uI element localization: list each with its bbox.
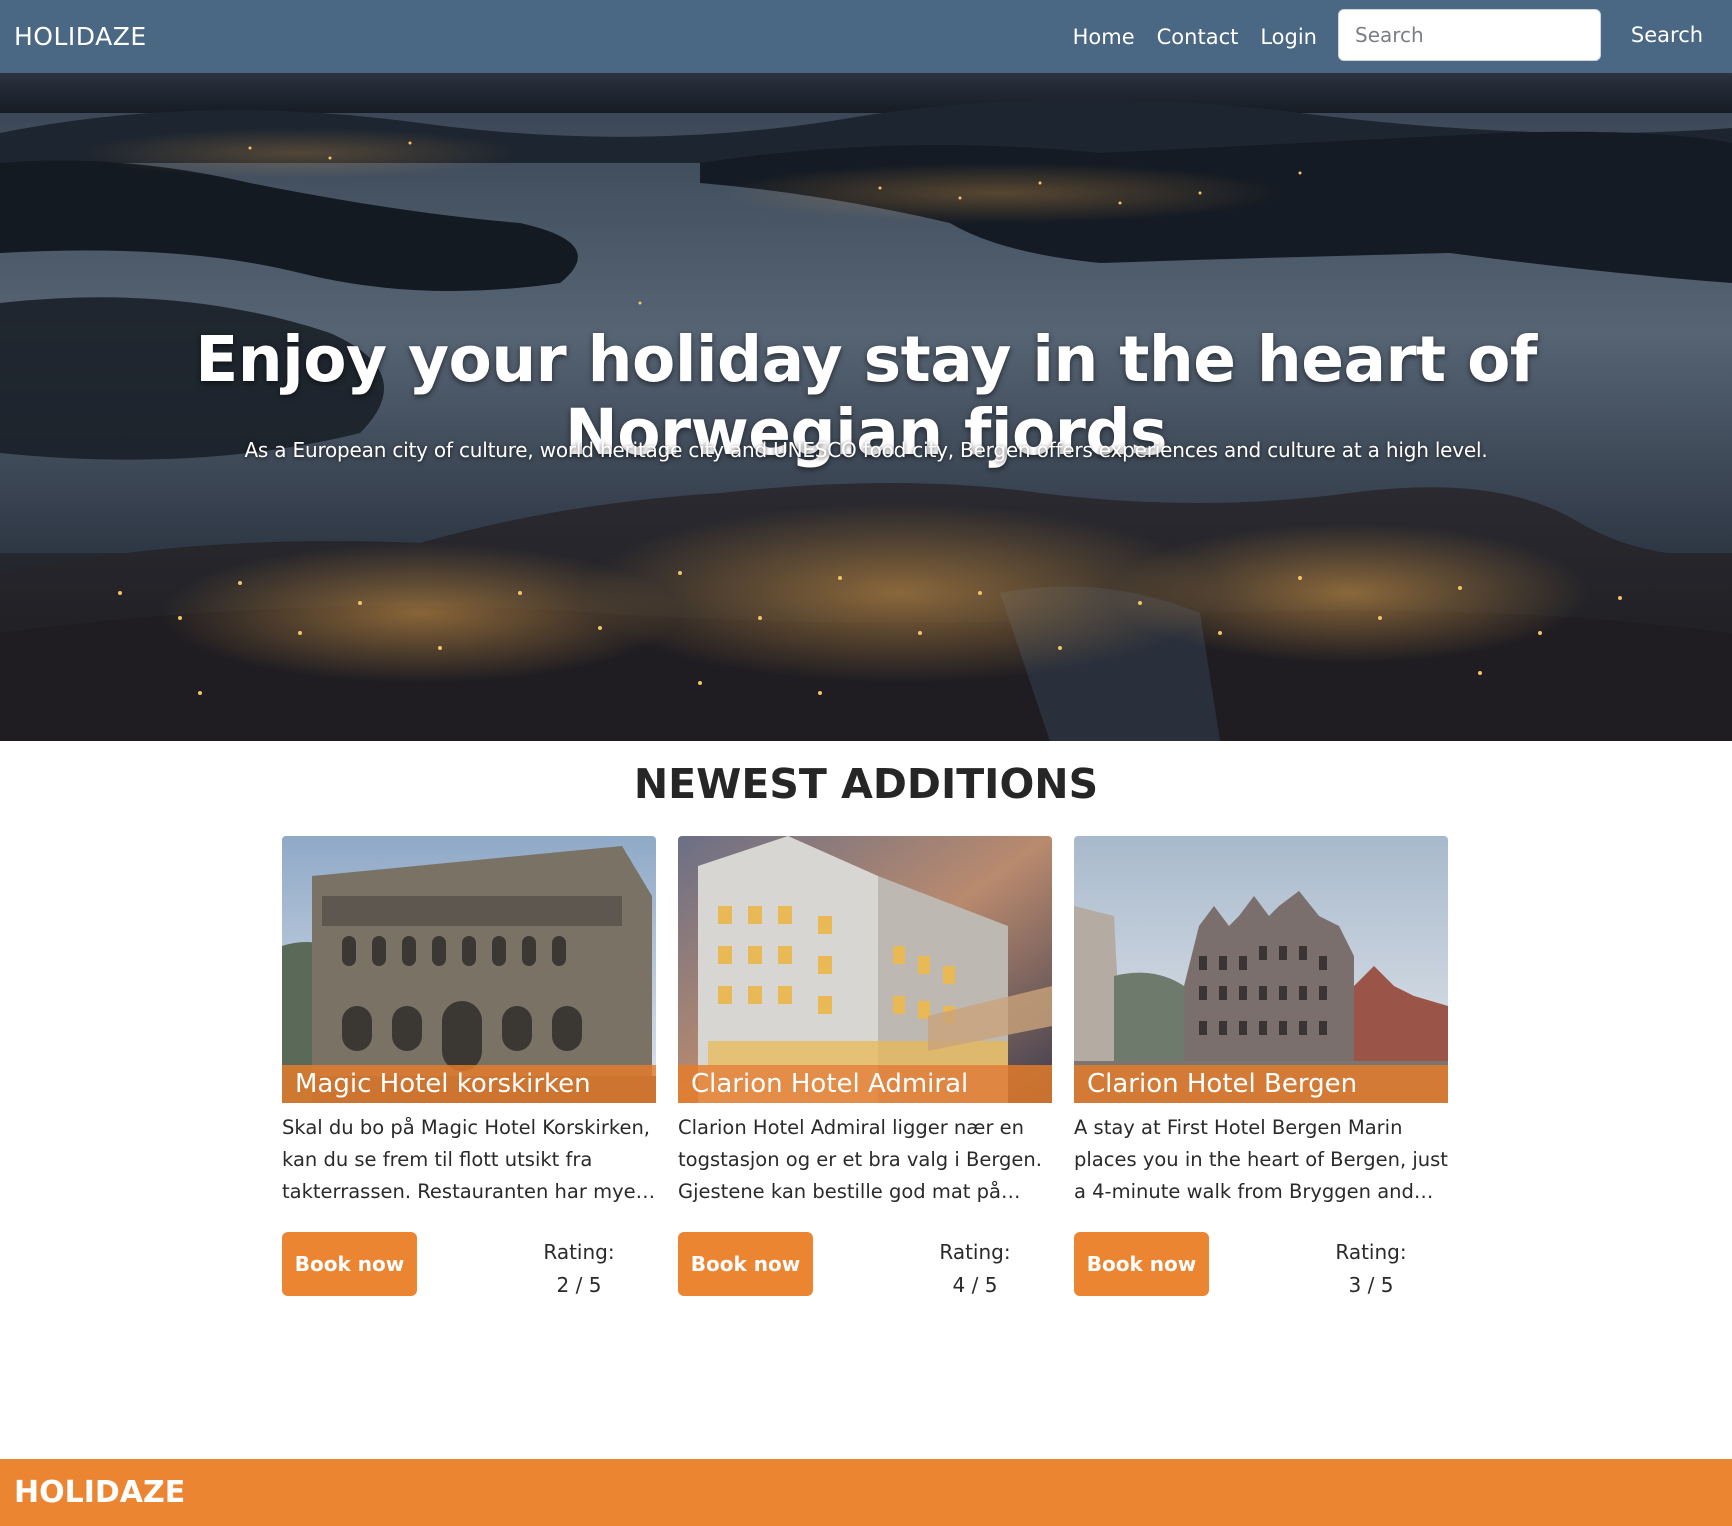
brand-logo-link[interactable]: HOLIDAZE — [14, 0, 147, 73]
book-now-button[interactable]: Book now — [282, 1232, 417, 1296]
hotel-card: Magic Hotel korskirken Skal du bo på Mag… — [282, 836, 656, 1297]
hotel-card-image[interactable]: Clarion Hotel Admiral — [678, 836, 1052, 1103]
rating-label: Rating: — [1335, 1240, 1407, 1264]
hotel-card-name: Clarion Hotel Bergen — [1074, 1065, 1448, 1103]
newest-additions-title: NEWEST ADDITIONS — [633, 760, 1099, 808]
hotel-card: Clarion Hotel Bergen A stay at First Hot… — [1074, 836, 1448, 1297]
hero-banner: Enjoy your holiday stay in the heart of … — [0, 73, 1732, 741]
navbar: HOLIDAZE Home Contact Login Search — [0, 0, 1732, 73]
hotel-card-description: A stay at First Hotel Bergen Marin place… — [1074, 1116, 1448, 1203]
hotel-card: Clarion Hotel Admiral Clarion Hotel Admi… — [678, 836, 1052, 1297]
rating-value: 4 / 5 — [952, 1273, 998, 1297]
search-button[interactable]: Search — [1612, 9, 1722, 61]
nav-links: Home Contact Login — [1073, 0, 1317, 73]
rating-label: Rating: — [543, 1240, 615, 1264]
hotel-card-name: Clarion Hotel Admiral — [678, 1065, 1052, 1103]
hotel-rating: Rating: 3 / 5 — [1324, 1236, 1418, 1302]
hotel-card-description: Skal du bo på Magic Hotel Korskirken, ka… — [282, 1116, 656, 1203]
hotel-card-image[interactable]: Clarion Hotel Bergen — [1074, 836, 1448, 1103]
hotel-photo — [282, 836, 656, 1103]
search-input[interactable] — [1338, 9, 1601, 61]
nav-link-contact[interactable]: Contact — [1157, 25, 1239, 49]
hotel-card-description: Clarion Hotel Admiral ligger nær en togs… — [678, 1116, 1042, 1203]
hotel-photo — [678, 836, 1052, 1103]
rating-value: 3 / 5 — [1348, 1273, 1394, 1297]
book-now-button[interactable]: Book now — [678, 1232, 813, 1296]
rating-value: 2 / 5 — [556, 1273, 602, 1297]
hero-content: Enjoy your holiday stay in the heart of … — [0, 73, 1732, 741]
hotel-card-name: Magic Hotel korskirken — [282, 1065, 656, 1103]
hotel-photo — [1074, 836, 1448, 1103]
hero-subtitle: As a European city of culture, world her… — [244, 438, 1488, 462]
nav-link-home[interactable]: Home — [1073, 25, 1135, 49]
rating-label: Rating: — [939, 1240, 1011, 1264]
footer-brand: HOLIDAZE — [14, 1475, 186, 1510]
book-now-button[interactable]: Book now — [1074, 1232, 1209, 1296]
nav-link-login[interactable]: Login — [1260, 25, 1317, 49]
hotel-rating: Rating: 2 / 5 — [532, 1236, 626, 1302]
hotel-card-image[interactable]: Magic Hotel korskirken — [282, 836, 656, 1103]
hotel-rating: Rating: 4 / 5 — [928, 1236, 1022, 1302]
footer: HOLIDAZE — [0, 1459, 1732, 1526]
